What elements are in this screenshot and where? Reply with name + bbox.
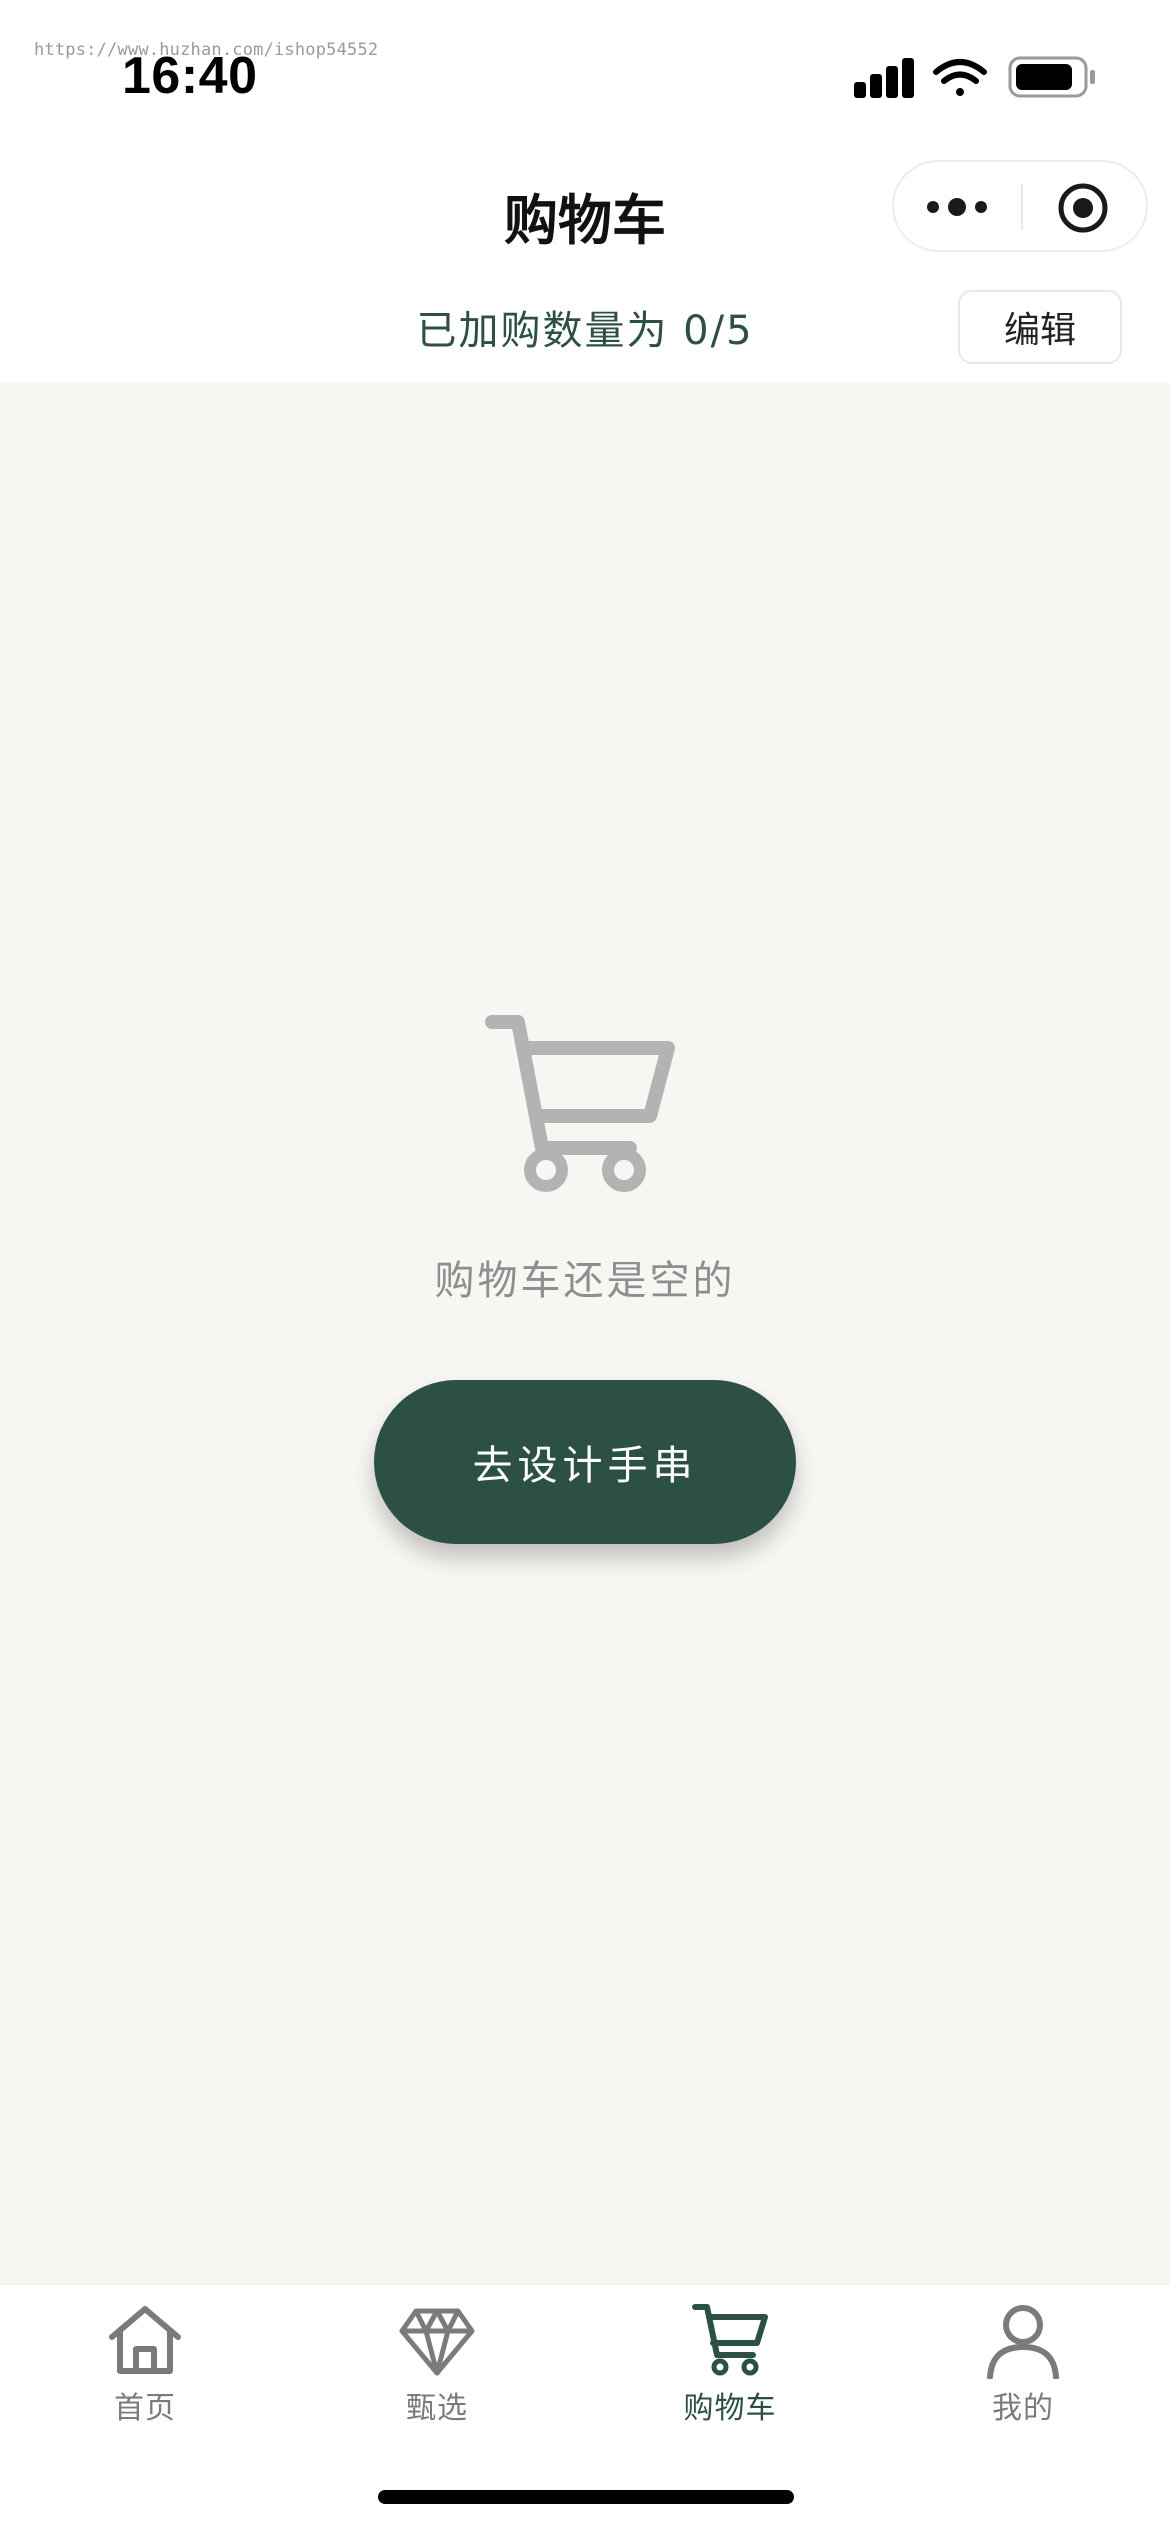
tab-mine[interactable]: 我的 <box>923 2301 1123 2451</box>
tab-label-mine: 我的 <box>992 2391 1054 2426</box>
mini-program-capsule <box>892 160 1148 252</box>
target-icon[interactable] <box>1057 182 1109 234</box>
empty-cart-message: 购物车还是空的 <box>434 1258 736 1304</box>
wifi-icon <box>933 59 987 96</box>
diamond-icon <box>399 2308 475 2376</box>
status-time: 16:40 <box>122 47 258 105</box>
design-bracelet-button[interactable]: 去设计手串 <box>374 1380 796 1544</box>
battery-icon <box>1008 56 1095 98</box>
cart-icon <box>692 2304 768 2376</box>
tab-label-selection: 甄选 <box>406 2391 468 2426</box>
tab-cart[interactable]: 购物车 <box>630 2301 830 2451</box>
home-indicator <box>378 2490 794 2504</box>
signal-icon <box>854 58 914 98</box>
tab-selection[interactable]: 甄选 <box>337 2301 537 2451</box>
status-icons <box>854 56 1095 98</box>
user-icon <box>987 2305 1059 2379</box>
tab-home[interactable]: 首页 <box>45 2301 245 2451</box>
more-icon[interactable] <box>924 184 990 230</box>
home-icon <box>109 2306 181 2374</box>
capsule-divider <box>1021 184 1023 230</box>
tab-label-cart: 购物车 <box>683 2391 777 2426</box>
tab-label-home: 首页 <box>114 2391 176 2426</box>
cart-icon <box>485 1015 675 1192</box>
edit-button[interactable]: 编辑 <box>958 290 1122 364</box>
